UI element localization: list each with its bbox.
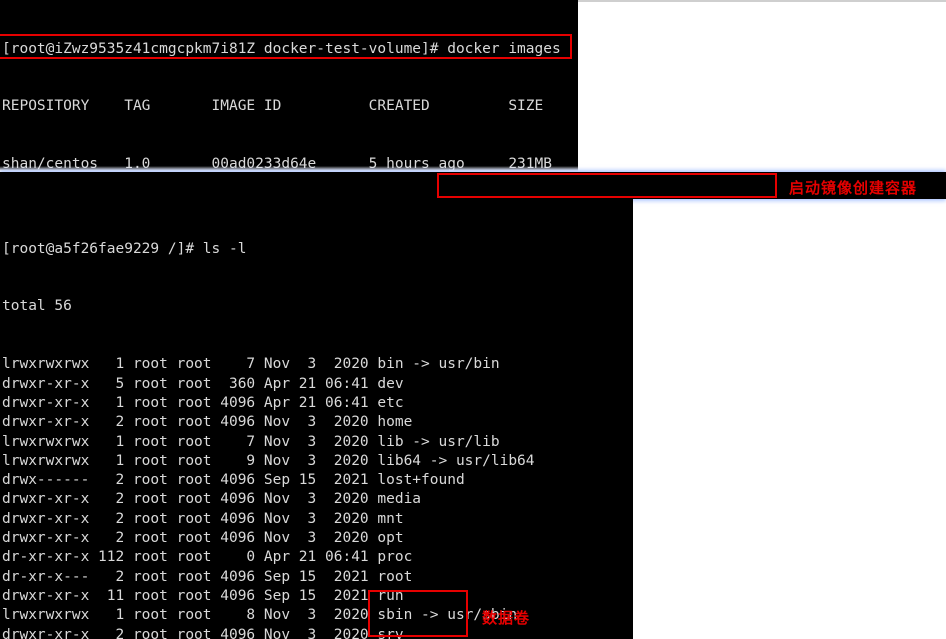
ls-entry-row: drwxr-xr-x 2 root root 4096 Nov 3 2020 m… [2, 510, 404, 527]
docker-images-prompt-line: [root@iZwz9535z41cmgcpkm7i81Z docker-tes… [2, 40, 561, 57]
ls-entry-row: drwxr-xr-x 2 root root 4096 Nov 3 2020 h… [2, 414, 413, 431]
ls-entry-row: lrwxrwxrwx 1 root root 7 Nov 3 2020 bin … [2, 356, 500, 373]
docker-images-rows: shan/centos 1.0 00ad0233d64e 5 hours ago… [2, 155, 578, 172]
canvas-top-hairline [578, 0, 946, 2]
annotation-start-container: 启动镜像创建容器 [789, 179, 918, 197]
ls-entry-row: drwxr-xr-x 2 root root 4096 Nov 3 2020 s… [2, 626, 404, 639]
ls-entry-row: drwxr-xr-x 5 root root 360 Apr 21 06:41 … [2, 375, 404, 392]
docker-images-terminal[interactable]: [root@iZwz9535z41cmgcpkm7i81Z docker-tes… [0, 0, 578, 172]
ls-entry-row: drwx------ 2 root root 4096 Sep 15 2021 … [2, 472, 465, 489]
ls-entry-row: drwxr-xr-x 2 root root 4096 Nov 3 2020 o… [2, 530, 404, 547]
ls-entry-row: lrwxrwxrwx 1 root root 9 Nov 3 2020 lib6… [2, 452, 535, 469]
ls-total-line: total 56 [2, 298, 72, 315]
ls-entry-row: dr-xr-x--- 2 root root 4096 Sep 15 2021 … [2, 568, 413, 585]
container-prompt-line: [root@a5f26fae9229 /]# ls -l [2, 240, 247, 257]
ls-entry-row: lrwxrwxrwx 1 root root 7 Nov 3 2020 lib … [2, 433, 500, 450]
docker-image-row: shan/centos 1.0 00ad0233d64e 5 hours ago… [2, 156, 552, 172]
ls-entry-row: lrwxrwxrwx 1 root root 8 Nov 3 2020 sbin… [2, 607, 518, 624]
ls-entry-row: dr-xr-xr-x 112 root root 0 Apr 21 06:41 … [2, 549, 413, 566]
docker-images-header-row: REPOSITORY TAG IMAGE ID CREATED SIZE [2, 98, 544, 115]
container-ls-terminal[interactable]: [root@a5f26fae9229 /]# ls -l total 56 lr… [0, 199, 633, 639]
ls-entry-rows: lrwxrwxrwx 1 root root 7 Nov 3 2020 bin … [2, 355, 633, 639]
ls-entry-row: drwxr-xr-x 11 root root 4096 Sep 15 2021… [2, 587, 404, 604]
ls-entry-row: drwxr-xr-x 2 root root 4096 Nov 3 2020 m… [2, 491, 422, 508]
ls-entry-row: drwxr-xr-x 1 root root 4096 Apr 21 06:41… [2, 394, 404, 411]
annotation-data-volume: 数据卷 [482, 609, 531, 627]
